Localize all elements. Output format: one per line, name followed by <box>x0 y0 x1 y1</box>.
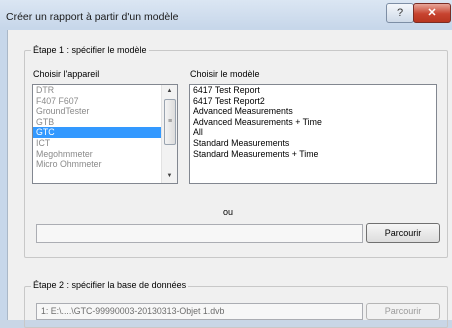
scroll-up-icon[interactable]: ▲ <box>162 85 177 98</box>
scroll-thumb[interactable]: ≡ <box>164 99 176 145</box>
model-listbox[interactable]: 6417 Test Report 6417 Test Report2 Advance… <box>189 84 437 184</box>
scroll-down-icon[interactable]: ▼ <box>162 170 177 183</box>
help-button[interactable]: ? <box>386 3 414 23</box>
device-list-item[interactable]: GroundTester <box>33 106 177 117</box>
model-list-item[interactable]: Advanced Measurements + Time <box>190 117 436 128</box>
device-list-item[interactable]: GTB <box>33 117 177 128</box>
database-path-input: 1: E:\....\GTC-99990003-20130313-Objet 1… <box>36 303 363 320</box>
template-path-input[interactable] <box>36 224 363 243</box>
dialog-body: Étape 1 : spécifier le modèle Choisir l'… <box>7 30 452 328</box>
device-listbox[interactable]: DTR F407 F607 GroundTester GTB GTC ICT Megohmm… <box>32 84 178 184</box>
device-list-item[interactable]: DTR <box>33 85 177 96</box>
model-list-item[interactable]: All <box>190 127 436 138</box>
or-label: ou <box>223 207 234 217</box>
device-list-item[interactable]: GTC <box>33 127 177 138</box>
model-list-item[interactable]: 6417 Test Report2 <box>190 96 436 107</box>
device-list: DTR F407 F607 GroundTester GTB GTC ICT Megohmm… <box>33 85 177 170</box>
browse-template-button[interactable]: Parcourir <box>366 223 440 243</box>
device-list-item[interactable]: Megohmmeter <box>33 149 177 160</box>
step1-title: Étape 1 : spécifier le modèle <box>31 45 149 55</box>
model-list-item[interactable]: Standard Measurements + Time <box>190 149 436 160</box>
step2-title: Étape 2 : spécifier la base de données <box>31 280 189 290</box>
close-button[interactable]: ✕ <box>413 3 451 23</box>
model-label: Choisir le modèle <box>190 69 260 79</box>
device-list-scrollbar[interactable]: ▲ ≡ ▼ <box>161 85 177 183</box>
window-title: Créer un rapport à partir d'un modèle <box>6 11 179 23</box>
device-label: Choisir l'appareil <box>33 69 100 79</box>
model-list-item[interactable]: Standard Measurements <box>190 138 436 149</box>
device-list-item[interactable]: F407 F607 <box>33 96 177 107</box>
model-list-item[interactable]: 6417 Test Report <box>190 85 436 96</box>
model-list-item[interactable]: Advanced Measurements <box>190 106 436 117</box>
model-list: 6417 Test Report 6417 Test Report2 Advance… <box>190 85 436 159</box>
dialog-window: Créer un rapport à partir d'un modèle ? … <box>0 0 452 328</box>
device-list-item[interactable]: ICT <box>33 138 177 149</box>
device-list-item[interactable]: Micro Ohmmeter <box>33 159 177 170</box>
browse-database-button[interactable]: Parcourir <box>366 303 440 320</box>
title-bar[interactable]: Créer un rapport à partir d'un modèle ? … <box>0 0 452 30</box>
